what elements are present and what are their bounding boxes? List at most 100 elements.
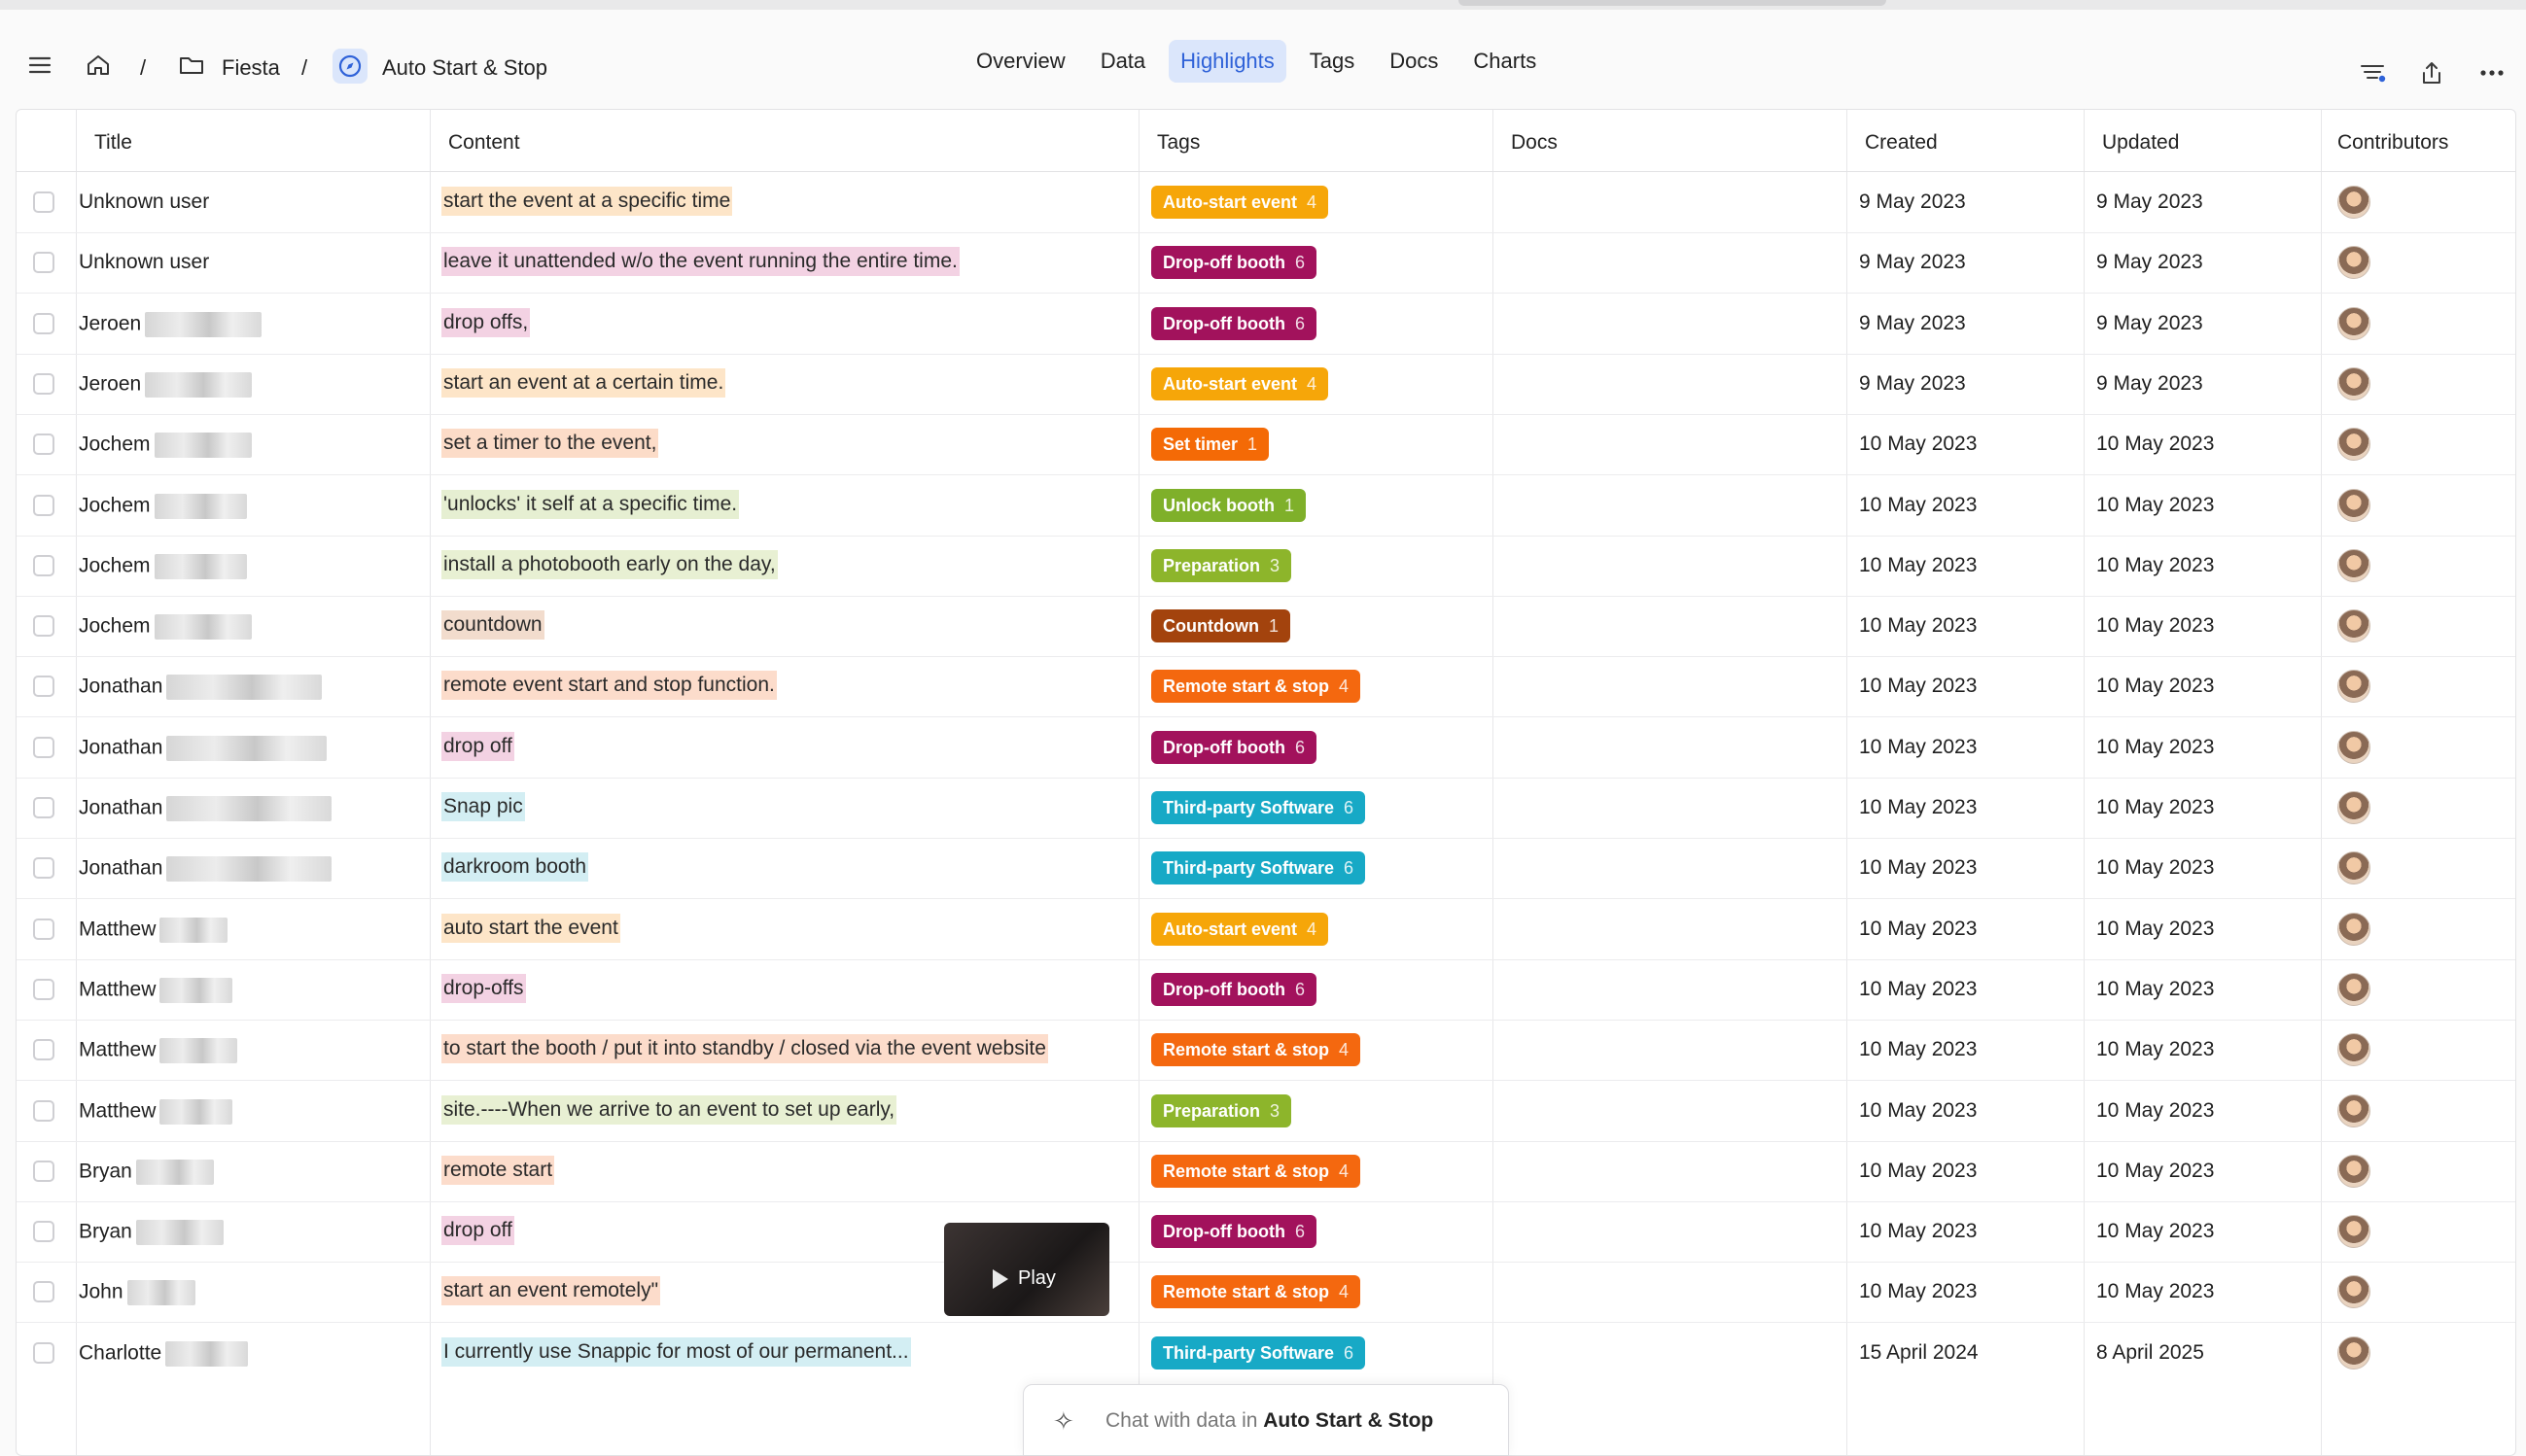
column-header-content[interactable]: Content <box>448 131 520 155</box>
tag-chip[interactable]: Remote start & stop 4 <box>1151 1154 1361 1188</box>
table-row[interactable]: Jonathan drop off Drop-off booth 6 10 May 20… <box>17 717 2515 779</box>
column-header-docs[interactable]: Docs <box>1511 131 1558 155</box>
table-row[interactable]: Jonathan darkroom booth Third-party Softwa… <box>17 838 2515 900</box>
highlight-content[interactable]: start the event at a specific time <box>441 187 733 216</box>
highlight-content[interactable]: drop offs, <box>441 307 531 337</box>
row-checkbox[interactable] <box>33 312 54 334</box>
chat-with-data-bar[interactable]: ✧ Chat with data in Auto Start & Stop <box>1023 1384 1509 1456</box>
table-row[interactable]: Jochem set a timer to the event, Set timer… <box>17 414 2515 476</box>
breadcrumb-project[interactable]: Auto Start & Stop <box>382 55 547 81</box>
tag-chip[interactable]: Drop-off booth 6 <box>1151 730 1316 764</box>
highlight-content[interactable]: leave it unattended w/o the event runnin… <box>441 247 960 277</box>
contributor-avatar[interactable] <box>2337 912 2370 946</box>
row-checkbox[interactable] <box>33 1221 54 1243</box>
tag-chip[interactable]: Third-party Software 6 <box>1151 791 1366 824</box>
play-button[interactable]: Play <box>993 1267 1056 1290</box>
highlight-content[interactable]: auto start the event <box>441 913 620 943</box>
row-title[interactable]: Jeroen <box>79 371 253 398</box>
table-row[interactable]: Jonathan Snap pic Third-party Software 6 10 … <box>17 778 2515 839</box>
row-checkbox[interactable] <box>33 494 54 516</box>
tag-chip[interactable]: Remote start & stop 4 <box>1151 1033 1361 1067</box>
table-row[interactable]: Matthew auto start the event Auto-start ev… <box>17 899 2515 960</box>
row-title[interactable]: Jeroen <box>79 311 263 337</box>
table-row[interactable]: Matthew to start the booth / put it into … <box>17 1020 2515 1082</box>
highlight-content[interactable]: site.----When we arrive to an event to s… <box>441 1094 897 1125</box>
tag-chip[interactable]: Remote start & stop 4 <box>1151 1275 1361 1309</box>
tag-chip[interactable]: Auto-start event 4 <box>1151 186 1329 219</box>
table-row[interactable]: Jochem 'unlocks' it self at a specific ti… <box>17 475 2515 537</box>
row-title[interactable]: Bryan <box>79 1220 224 1246</box>
highlight-content[interactable]: Snap pic <box>441 792 525 821</box>
contributor-avatar[interactable] <box>2337 1275 2370 1309</box>
table-row[interactable]: Jeroen start an event at a certain time. A… <box>17 354 2515 415</box>
row-checkbox[interactable] <box>33 736 54 758</box>
contributor-avatar[interactable] <box>2337 246 2370 280</box>
contributor-avatar[interactable] <box>2337 1033 2370 1067</box>
filter-icon[interactable] <box>2357 56 2390 89</box>
contributor-avatar[interactable] <box>2337 791 2370 824</box>
row-checkbox[interactable] <box>33 978 54 1000</box>
table-row[interactable]: Unknown user start the event at a specifi… <box>17 172 2515 233</box>
tag-chip[interactable]: Auto-start event 4 <box>1151 912 1329 946</box>
row-title[interactable]: Jonathan <box>79 796 333 821</box>
row-title[interactable]: Bryan <box>79 1159 214 1185</box>
row-checkbox[interactable] <box>33 433 54 456</box>
tag-chip[interactable]: Third-party Software 6 <box>1151 1335 1366 1369</box>
table-row[interactable]: John start an event remotely" Remote start… <box>17 1262 2515 1324</box>
highlight-content[interactable]: start an event remotely" <box>441 1276 661 1306</box>
tag-chip[interactable]: Preparation 3 <box>1151 1093 1292 1127</box>
contributor-avatar[interactable] <box>2337 609 2370 643</box>
column-header-title[interactable]: Title <box>94 131 132 155</box>
row-checkbox[interactable] <box>33 1160 54 1182</box>
contributor-avatar[interactable] <box>2337 428 2370 462</box>
row-title[interactable]: Unknown user <box>79 191 209 214</box>
row-checkbox[interactable] <box>33 1281 54 1303</box>
row-title[interactable]: Jochem <box>79 614 252 641</box>
contributor-avatar[interactable] <box>2337 1335 2370 1369</box>
contributor-avatar[interactable] <box>2337 851 2370 885</box>
highlight-content[interactable]: drop off <box>441 1216 514 1246</box>
contributor-avatar[interactable] <box>2337 488 2370 522</box>
tag-chip[interactable]: Preparation 3 <box>1151 548 1292 582</box>
table-row[interactable]: Bryan remote start Remote start & stop 4 10 … <box>17 1141 2515 1202</box>
row-title[interactable]: Matthew <box>79 1038 238 1064</box>
row-checkbox[interactable] <box>33 1039 54 1061</box>
tag-chip[interactable]: Drop-off booth 6 <box>1151 972 1316 1006</box>
home-icon[interactable] <box>82 49 115 82</box>
row-title[interactable]: Matthew <box>79 1098 233 1125</box>
highlight-content[interactable]: countdown <box>441 610 544 641</box>
highlight-content[interactable]: start an event at a certain time. <box>441 367 726 398</box>
row-title[interactable]: Jonathan <box>79 856 333 883</box>
row-title[interactable]: Jochem <box>79 553 247 579</box>
column-header-created[interactable]: Created <box>1865 131 1938 155</box>
breadcrumb-workspace[interactable]: Fiesta <box>222 55 280 81</box>
menu-icon[interactable] <box>23 49 56 82</box>
highlight-content[interactable]: remote start <box>441 1155 555 1185</box>
table-row[interactable]: Jonathan remote event start and stop func… <box>17 656 2515 718</box>
contributor-avatar[interactable] <box>2337 730 2370 764</box>
row-checkbox[interactable] <box>33 615 54 638</box>
row-title[interactable]: Jochem <box>79 433 252 459</box>
contributor-avatar[interactable] <box>2337 670 2370 704</box>
row-checkbox[interactable] <box>33 1099 54 1122</box>
row-checkbox[interactable] <box>33 554 54 576</box>
highlight-content[interactable]: set a timer to the event, <box>441 429 659 459</box>
contributor-avatar[interactable] <box>2337 186 2370 219</box>
table-row[interactable]: Jochem countdown Countdown 1 10 May 2023 10 M… <box>17 596 2515 658</box>
tab-highlights[interactable]: Highlights <box>1169 40 1286 83</box>
row-title[interactable]: Jonathan <box>79 675 323 701</box>
contributor-avatar[interactable] <box>2337 1093 2370 1127</box>
row-checkbox[interactable] <box>33 372 54 395</box>
tag-chip[interactable]: Set timer 1 <box>1151 428 1270 462</box>
tab-overview[interactable]: Overview <box>965 40 1077 83</box>
highlight-content[interactable]: install a photobooth early on the day, <box>441 549 778 579</box>
tag-chip[interactable]: Third-party Software 6 <box>1151 851 1366 885</box>
row-title[interactable]: Matthew <box>79 917 228 943</box>
tag-chip[interactable]: Drop-off booth 6 <box>1151 246 1316 280</box>
contributor-avatar[interactable] <box>2337 548 2370 582</box>
contributor-avatar[interactable] <box>2337 972 2370 1006</box>
tag-chip[interactable]: Remote start & stop 4 <box>1151 670 1361 704</box>
tag-chip[interactable]: Drop-off booth 6 <box>1151 1215 1316 1249</box>
row-checkbox[interactable] <box>33 1341 54 1364</box>
contributor-avatar[interactable] <box>2337 306 2370 340</box>
